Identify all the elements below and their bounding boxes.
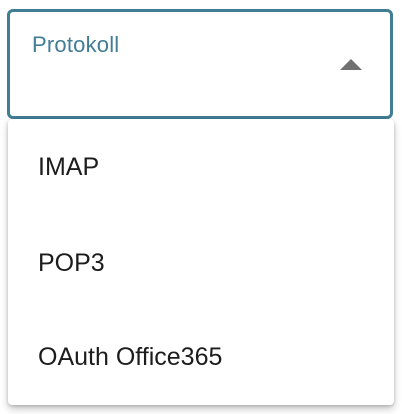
protocol-select[interactable]: Protokoll bbox=[7, 9, 393, 119]
protocol-dropdown-menu: IMAP POP3 OAuth Office365 bbox=[8, 119, 394, 405]
protocol-select-label: Protokoll bbox=[32, 32, 120, 57]
dropdown-option-oauth-office365[interactable]: OAuth Office365 bbox=[8, 309, 394, 405]
dropdown-option-imap[interactable]: IMAP bbox=[8, 119, 394, 215]
dropdown-option-pop3[interactable]: POP3 bbox=[8, 215, 394, 311]
caret-up-icon[interactable] bbox=[340, 59, 362, 70]
